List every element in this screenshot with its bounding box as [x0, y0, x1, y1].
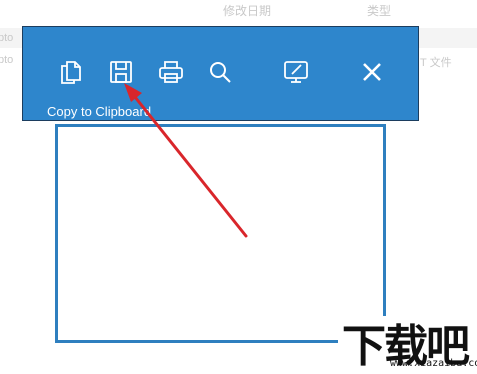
- copy-to-clipboard-tooltip: Copy to Clipboard: [47, 104, 152, 119]
- close-button[interactable]: [357, 57, 387, 87]
- copy-icon: [61, 61, 81, 84]
- search-icon: [210, 62, 231, 83]
- save-icon: [110, 61, 132, 83]
- watermark-url: www.xiazaiba.com: [390, 358, 477, 369]
- search-button[interactable]: [205, 57, 235, 87]
- capture-region[interactable]: [55, 124, 386, 343]
- print-button[interactable]: [156, 57, 186, 87]
- column-date-modified: 修改日期: [223, 4, 272, 18]
- column-type: 类型: [367, 4, 392, 18]
- file-type: T 文件: [420, 57, 452, 69]
- background-column-header: 修改日期 类型: [0, 0, 477, 22]
- edit-button[interactable]: [281, 57, 311, 87]
- watermark-logo: 下载吧 www.xiazaiba.com: [338, 316, 477, 373]
- screenshot-toolbar: Copy to Clipboard: [22, 26, 419, 121]
- file-name: pto: [0, 32, 14, 44]
- file-name: pto: [0, 54, 14, 66]
- edit-screen-icon: [284, 61, 308, 83]
- copy-button[interactable]: [56, 57, 86, 87]
- close-icon: [363, 63, 381, 81]
- print-icon: [159, 61, 183, 83]
- save-button[interactable]: [106, 57, 136, 87]
